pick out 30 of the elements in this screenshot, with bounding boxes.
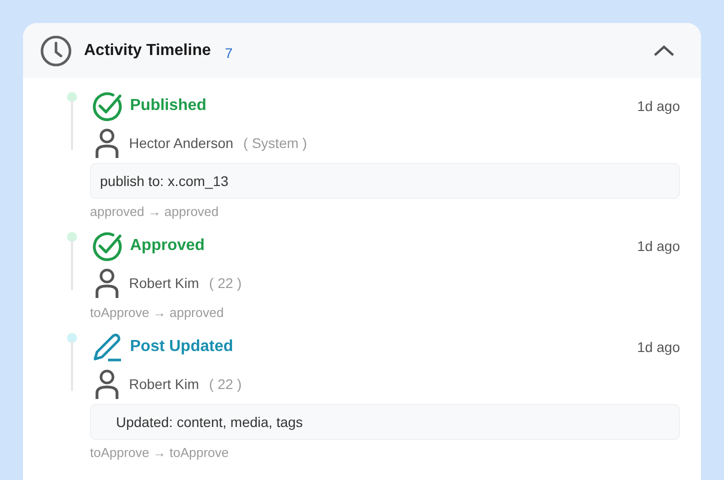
check-circle-icon <box>91 230 123 262</box>
timeline-dot <box>67 333 77 343</box>
user-name: Robert Kim <box>129 376 200 392</box>
pen-icon <box>91 331 123 363</box>
event-time: 1d ago <box>637 339 680 355</box>
timeline-dot <box>67 232 77 242</box>
event-title: Published <box>130 97 206 115</box>
timeline-dot <box>67 92 77 102</box>
change-list: Updated: content, media, tags <box>90 404 680 440</box>
user-name: Hector Anderson <box>129 135 234 151</box>
user-tag: ( 22 ) <box>209 275 242 291</box>
person-icon <box>95 268 119 298</box>
user-tag: ( System ) <box>243 135 308 151</box>
event-title: Post Updated <box>130 338 234 356</box>
person-icon <box>95 128 119 158</box>
panel-title: Activity Timeline <box>84 42 211 60</box>
person-icon <box>95 369 119 399</box>
event-time: 1d ago <box>637 98 680 114</box>
event-title: Approved <box>130 237 205 255</box>
clock-icon <box>40 34 72 66</box>
check-circle-icon <box>91 90 123 122</box>
user-tag: ( 22 ) <box>209 376 242 392</box>
user-name: Robert Kim <box>129 275 200 291</box>
item-count: 7 <box>224 44 233 60</box>
chevron-up-icon <box>653 44 675 57</box>
status-transition: toApprove → approved <box>90 305 225 321</box>
event-note: publish to: x.com_13 <box>90 163 680 199</box>
status-transition: toApprove → toApprove <box>90 445 230 461</box>
event-time: 1d ago <box>637 238 680 254</box>
status-transition: approved → approved <box>90 204 220 220</box>
